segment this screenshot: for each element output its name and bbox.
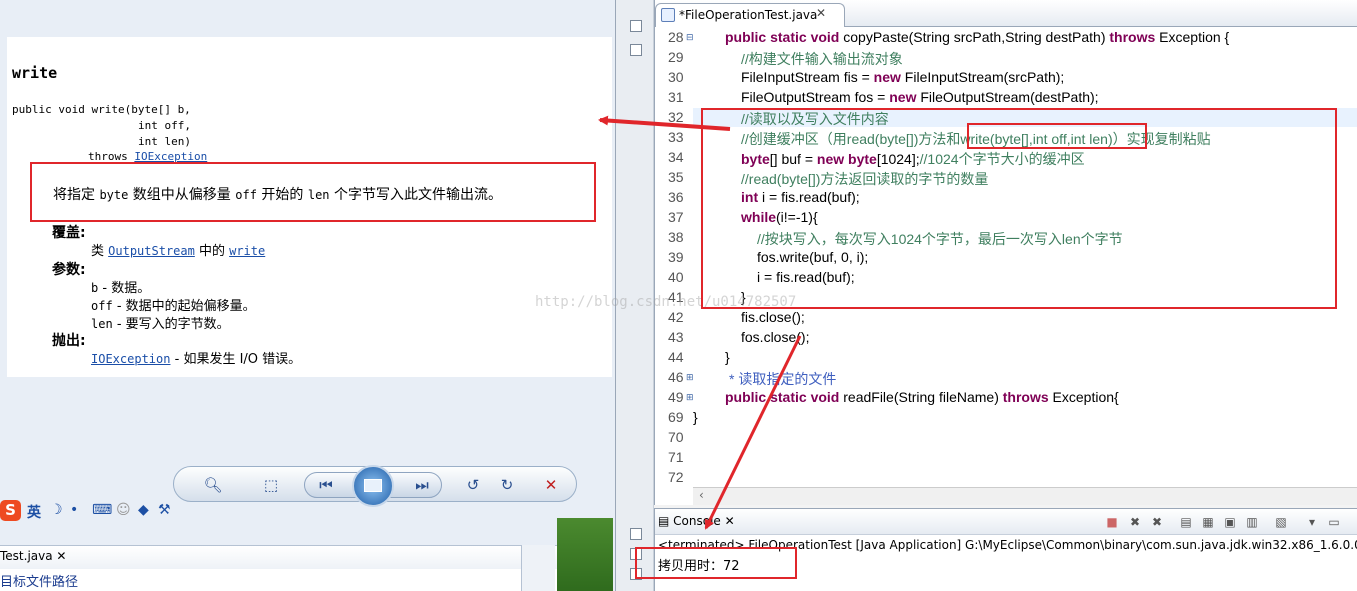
arrow-to-output <box>704 335 802 530</box>
annotation-arrows <box>598 115 802 530</box>
arrow-to-javadoc <box>598 115 731 131</box>
screenshot-root: write public void write(byte[] b, int of… <box>0 0 1357 591</box>
